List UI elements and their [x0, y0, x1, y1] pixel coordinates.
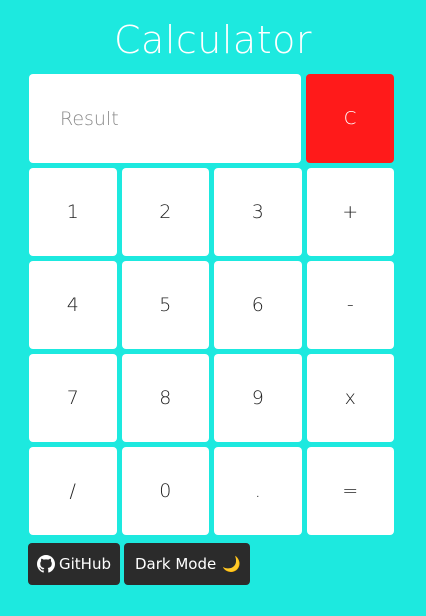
- github-label: GitHub: [59, 555, 111, 573]
- decimal-button[interactable]: .: [214, 447, 302, 535]
- github-button[interactable]: GitHub: [28, 543, 120, 585]
- result-display[interactable]: Result: [29, 74, 301, 163]
- page-title: Calculator: [114, 18, 312, 62]
- calculator: Result C 1 2 3 + 4 5 6 - 7 8 9 x / 0 . =: [29, 74, 394, 540]
- key-6-button[interactable]: 6: [214, 261, 302, 349]
- key-3-button[interactable]: 3: [214, 168, 302, 256]
- footer-actions: GitHub Dark Mode 🌙: [28, 543, 250, 585]
- display-row: Result C: [29, 74, 394, 163]
- key-1-button[interactable]: 1: [29, 168, 117, 256]
- multiply-button[interactable]: x: [306, 354, 394, 442]
- github-icon: [37, 555, 55, 573]
- clear-button[interactable]: C: [306, 74, 394, 163]
- keypad-row-4: / 0 . =: [29, 447, 394, 535]
- add-button[interactable]: +: [306, 168, 394, 256]
- key-2-button[interactable]: 2: [121, 168, 209, 256]
- key-8-button[interactable]: 8: [121, 354, 209, 442]
- equals-button[interactable]: =: [306, 447, 394, 535]
- subtract-button[interactable]: -: [306, 261, 394, 349]
- key-4-button[interactable]: 4: [29, 261, 117, 349]
- key-5-button[interactable]: 5: [121, 261, 209, 349]
- key-7-button[interactable]: 7: [29, 354, 117, 442]
- divide-button[interactable]: /: [29, 447, 117, 535]
- dark-mode-label: Dark Mode: [135, 555, 217, 573]
- key-0-button[interactable]: 0: [121, 447, 209, 535]
- keypad-row-2: 4 5 6 -: [29, 261, 394, 349]
- moon-icon: 🌙: [222, 555, 241, 573]
- result-placeholder: Result: [60, 107, 119, 130]
- keypad-row-1: 1 2 3 +: [29, 168, 394, 256]
- dark-mode-button[interactable]: Dark Mode 🌙: [124, 543, 250, 585]
- key-9-button[interactable]: 9: [214, 354, 302, 442]
- keypad-row-3: 7 8 9 x: [29, 354, 394, 442]
